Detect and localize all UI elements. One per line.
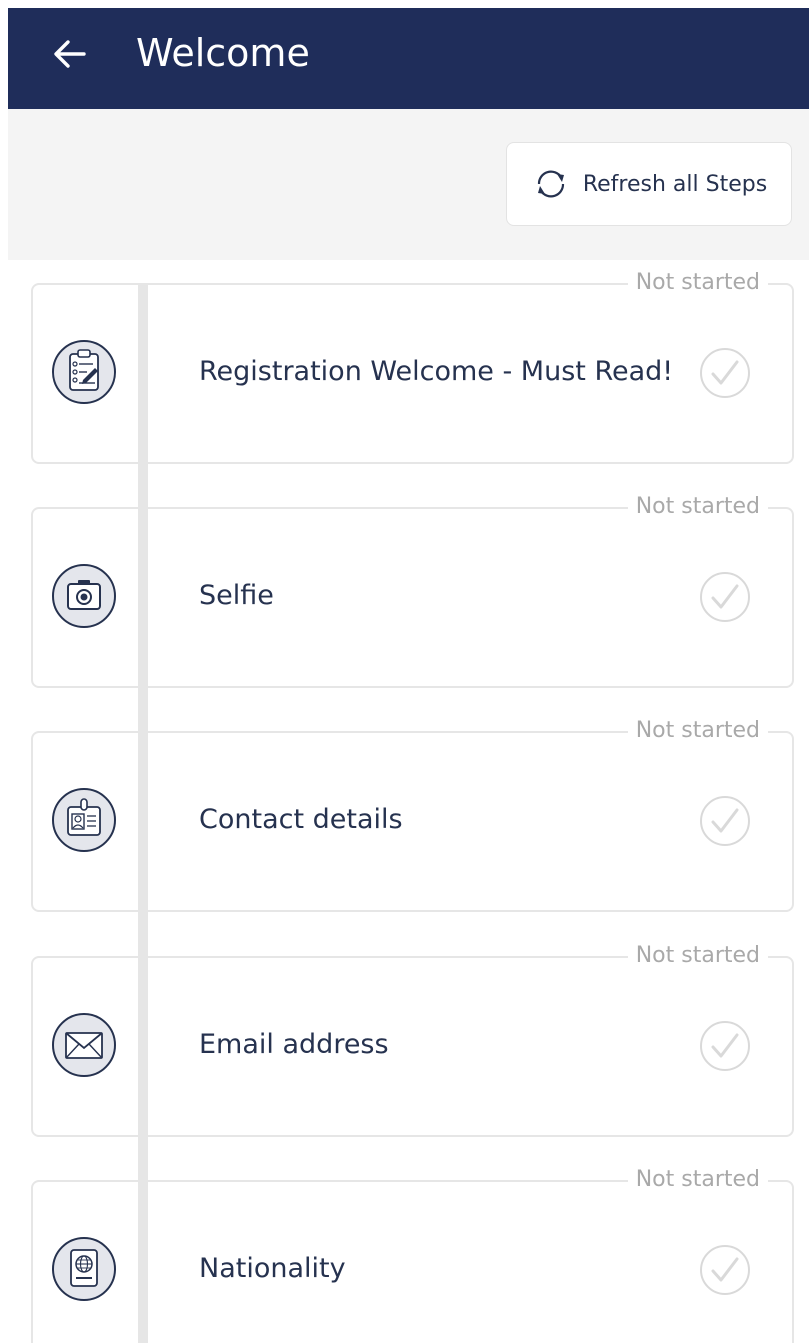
app-header: Welcome [8, 8, 809, 109]
step-label: Contact details [199, 804, 403, 835]
envelope-icon [52, 1013, 116, 1077]
step-status: Not started [627, 1166, 768, 1194]
refresh-button-label: Refresh all Steps [582, 171, 768, 197]
step-registration-welcome[interactable]: Not started Registration Welcome - Must … [31, 269, 794, 464]
step-status: Not started [627, 717, 768, 745]
step-status: Not started [627, 269, 768, 297]
step-label: Nationality [199, 1253, 346, 1284]
arrow-left-icon [54, 40, 86, 68]
app-screen: Welcome Refresh all Steps Not started Re… [0, 0, 809, 1343]
refresh-all-steps-button[interactable]: Refresh all Steps [506, 142, 792, 226]
id-badge-icon [52, 788, 116, 852]
refresh-icon [537, 170, 564, 198]
check-circle-icon [700, 572, 750, 622]
step-nationality[interactable]: Not started Nationality [31, 1166, 794, 1343]
step-contact-details[interactable]: Not started Contact details [31, 717, 794, 912]
step-email-address[interactable]: Not started Email address [31, 942, 794, 1137]
check-circle-icon [700, 1245, 750, 1295]
toolbar: Refresh all Steps [8, 109, 809, 260]
step-card-frame [31, 731, 794, 912]
step-selfie[interactable]: Not started Selfie [31, 493, 794, 688]
step-card-frame [31, 1180, 794, 1343]
back-button[interactable] [42, 26, 98, 82]
passport-icon [52, 1237, 116, 1301]
step-label: Registration Welcome - Must Read! [199, 356, 674, 387]
check-circle-icon [700, 348, 750, 398]
step-label: Selfie [199, 580, 274, 611]
check-circle-icon [700, 1021, 750, 1071]
clipboard-checklist-icon [52, 340, 116, 404]
check-circle-icon [700, 796, 750, 846]
step-card-frame [31, 507, 794, 688]
camera-icon [52, 564, 116, 628]
step-status: Not started [627, 493, 768, 521]
step-status: Not started [627, 942, 768, 970]
step-label: Email address [199, 1029, 389, 1060]
page-title: Welcome [136, 31, 310, 75]
step-card-frame [31, 956, 794, 1137]
